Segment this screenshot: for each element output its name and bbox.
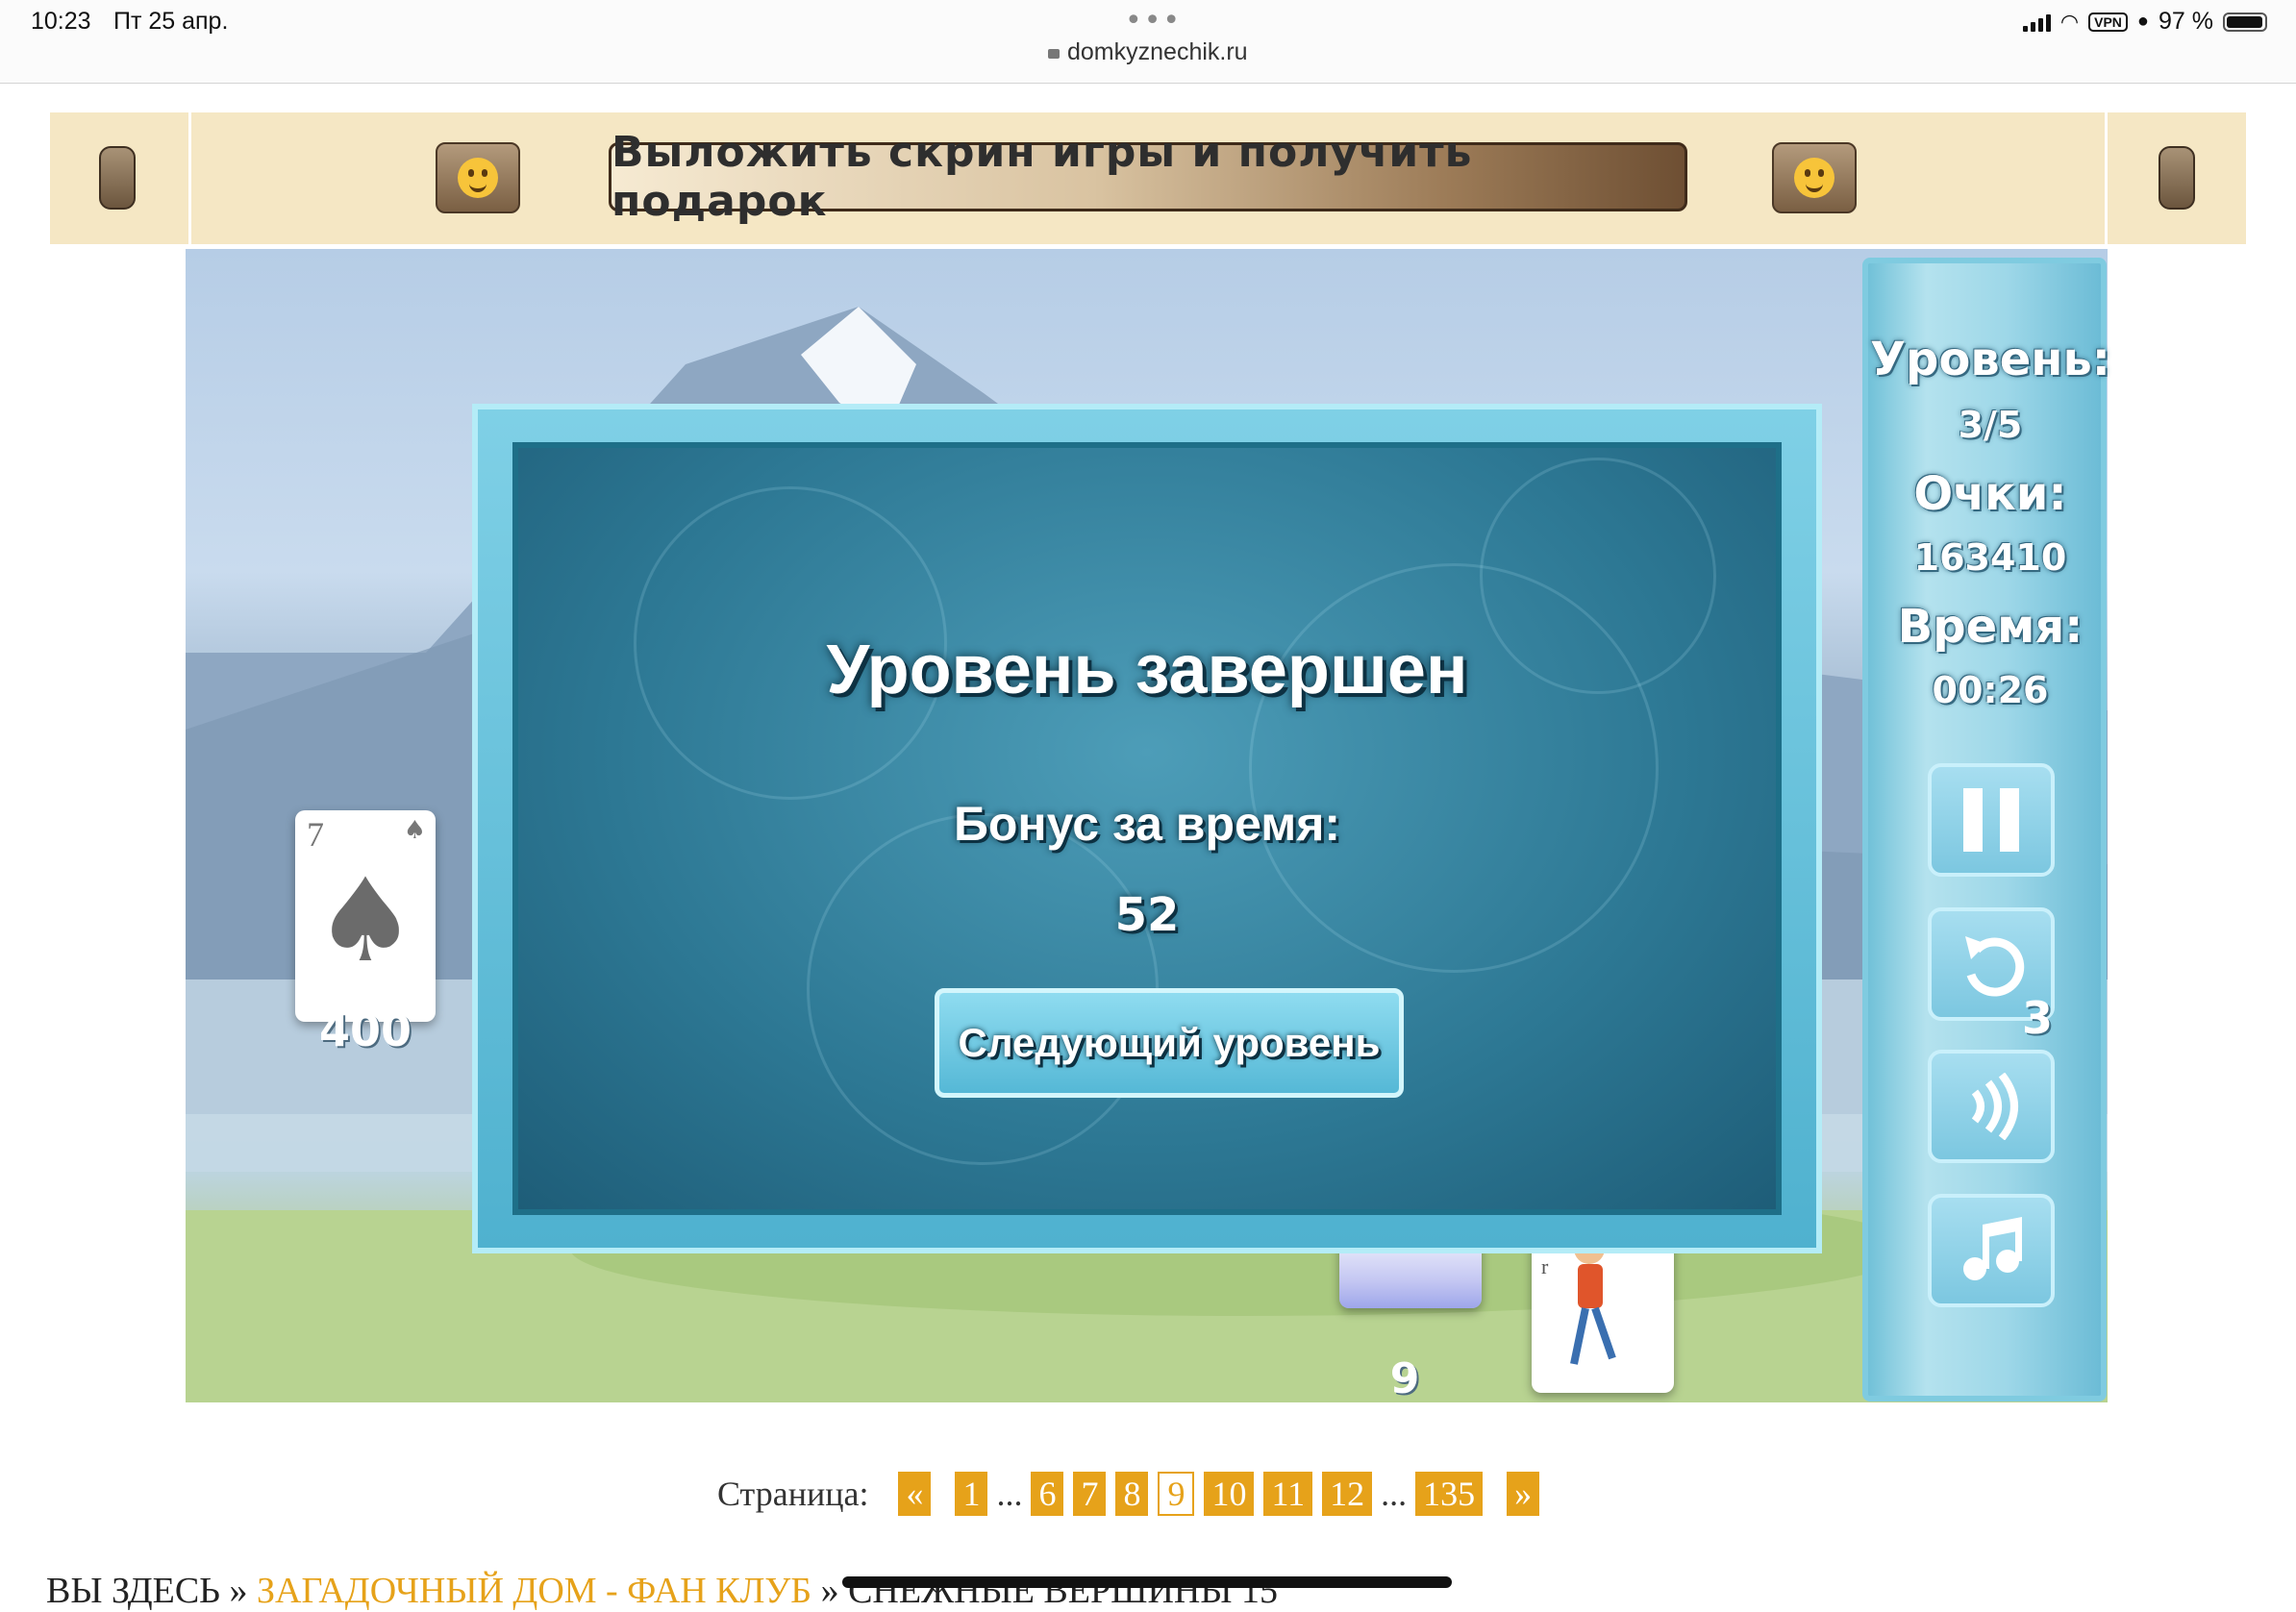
pagination-prev[interactable]: « [898,1472,932,1516]
time-value: 00:26 [1932,669,2049,711]
undo-icon [1965,936,2025,997]
dialog-panel: Уровень завершен Бонус за время: 52 След… [512,442,1782,1215]
page-link[interactable]: 11 [1263,1472,1313,1516]
next-level-button[interactable]: Следующий уровень [935,988,1404,1098]
music-note-icon [1963,1217,2022,1280]
breadcrumb-separator: » [820,1571,839,1611]
sound-waves-icon [1971,1073,2018,1140]
multitask-dots-icon[interactable]: ••• [1125,4,1182,37]
waste-count: 9 [1389,1354,1420,1402]
banner-divider [188,112,191,244]
banner-cap-left [99,146,136,210]
page-link[interactable]: 1 [955,1472,988,1516]
pause-icon [1963,788,2019,852]
game-sidebar: Уровень: 3/5 Очки: 163410 Время: 00:26 3 [1862,258,2110,1401]
person-icon: ● [2136,11,2150,32]
status-indicators: ◠ VPN ● 97 % [2022,8,2267,36]
battery-icon [2223,12,2267,32]
time-bonus-label: Бонус за время: [953,797,1341,851]
dialog-title: Уровень завершен [826,632,1468,708]
page-link[interactable]: 135 [1415,1472,1484,1516]
card-suit-small: ♠ [403,816,426,845]
pagination-next[interactable]: » [1507,1472,1540,1516]
share-screenshot-button[interactable]: Выложить скрин игры и получить подарок [609,128,1687,226]
banner-cap-right [2159,146,2195,210]
page-link[interactable]: 6 [1031,1472,1064,1516]
url-text: domkyznechik.ru [1067,38,1248,65]
hugging-emoji-icon [1772,142,1857,213]
time-label: Время: [1897,600,2084,654]
level-value: 3/5 [1958,404,2023,446]
page-link[interactable]: 10 [1204,1472,1255,1516]
pause-button[interactable] [1928,763,2055,877]
time-bonus-value: 52 [1114,888,1180,942]
wifi-icon: ◠ [2059,9,2080,34]
stock-count: 400 [318,1004,412,1056]
home-indicator[interactable] [842,1576,1452,1588]
pagination: Страница: « 1 ... 6 7 8 9 10 11 12 ... 1… [717,1472,1544,1516]
spade-icon: ♠ [313,855,417,988]
battery-percent: 97 % [2159,8,2213,35]
pagination-ellipsis: ... [996,1475,1023,1513]
undo-count: 3 [2022,992,2054,1044]
score-label: Очки: [1913,467,2067,521]
status-bar: 10:23 Пт 25 апр. ••• domkyznechik.ru ◠ V… [0,0,2296,84]
address-bar[interactable]: domkyznechik.ru [1048,38,1248,66]
banner-divider [2105,112,2108,244]
breadcrumb-prefix: ВЫ ЗДЕСЬ » [46,1571,248,1611]
pagination-label: Страница: [717,1475,869,1513]
signal-icon [2022,12,2051,32]
pagination-ellipsis: ... [1381,1475,1408,1513]
page-link[interactable]: 7 [1073,1472,1107,1516]
hugging-emoji-icon [436,142,520,213]
page-link[interactable]: 8 [1115,1472,1149,1516]
page-link[interactable]: 12 [1322,1472,1373,1516]
breadcrumb-link[interactable]: ЗАГАДОЧНЫЙ ДОМ - ФАН КЛУБ [257,1571,811,1611]
page-current: 9 [1158,1472,1195,1516]
card-rank: 7 [307,815,324,854]
stock-card[interactable]: 7 ♠ ♠ [295,810,436,1022]
level-complete-dialog: Уровень завершен Бонус за время: 52 След… [472,404,1822,1253]
sound-button[interactable] [1928,1050,2055,1163]
vpn-badge: VPN [2088,12,2128,32]
lock-icon [1048,49,1060,59]
music-button[interactable] [1928,1194,2055,1307]
score-value: 163410 [1913,536,2067,579]
level-label: Уровень: [1870,333,2110,386]
status-time: 10:23 [31,8,91,35]
status-date: Пт 25 апр. [113,8,229,35]
